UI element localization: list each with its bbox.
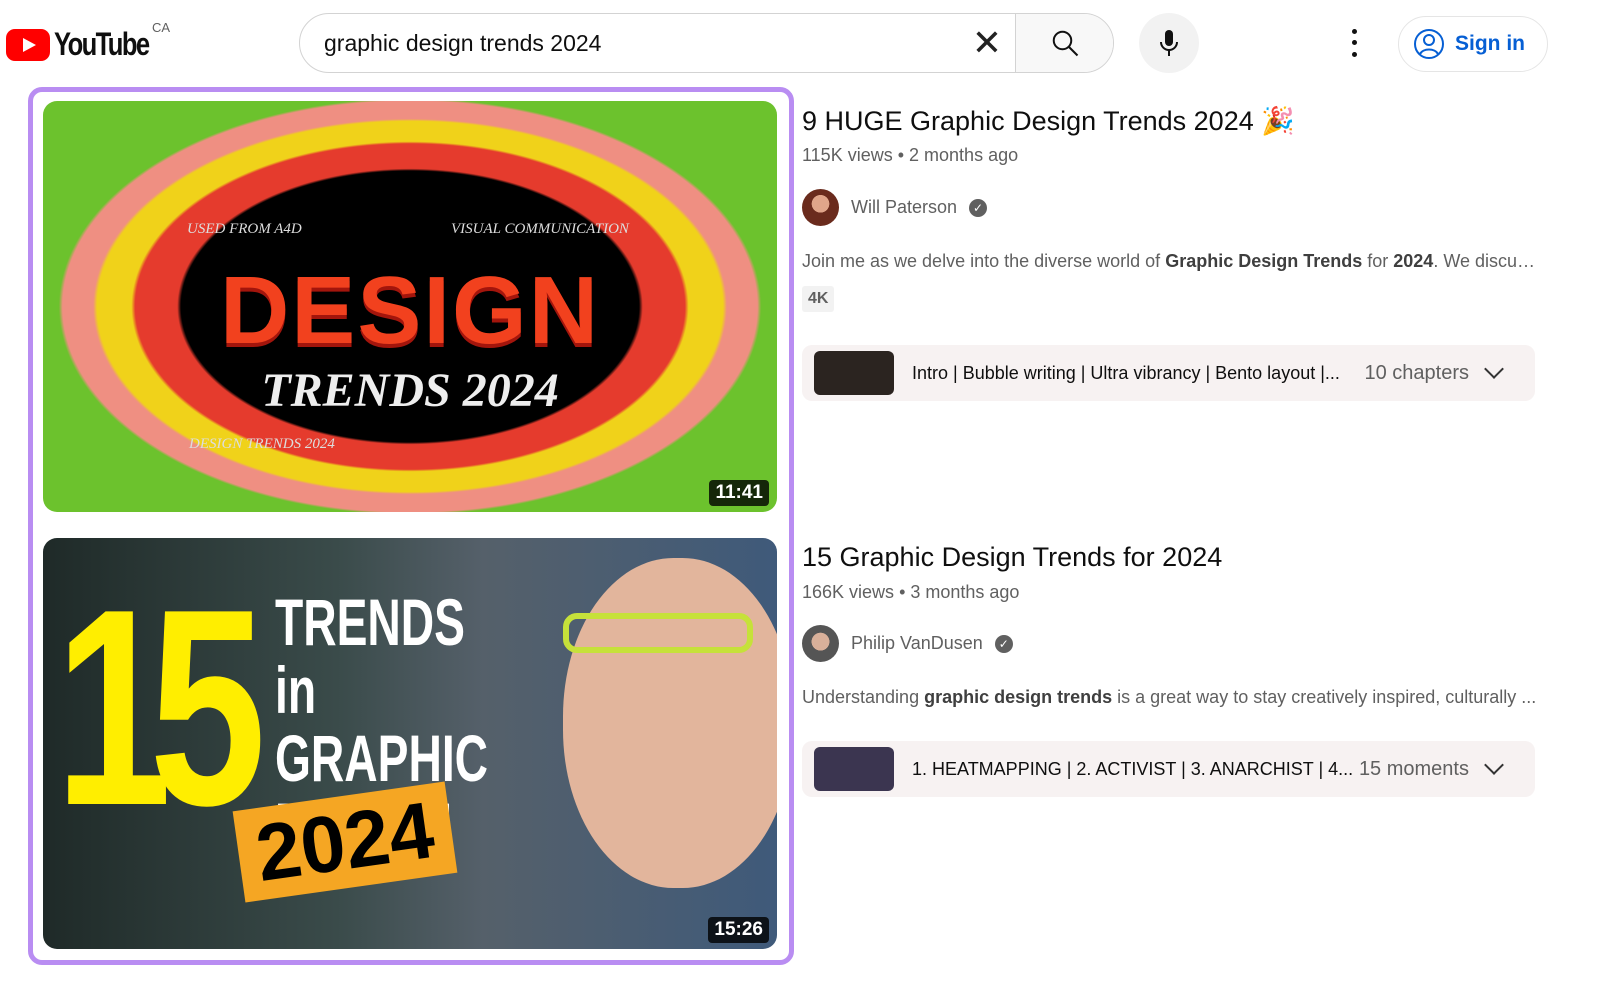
chapters-count: 10 chapters [1364, 361, 1469, 384]
avatar [802, 625, 839, 662]
thumb-text: 2024 [232, 781, 458, 903]
channel-link[interactable]: Philip VanDusen ✓ [802, 625, 1013, 662]
video-meta: 115K views • 2 months ago [802, 145, 1019, 165]
country-code: CA [152, 20, 171, 35]
video-thumbnail[interactable]: USED FROM A4D VISUAL COMMUNICATION DESIG… [43, 101, 777, 512]
thumb-text: USED FROM A4D [187, 221, 302, 237]
chapter-thumbnail [814, 351, 894, 395]
presenter-face [563, 558, 777, 888]
thumb-text: VISUAL COMMUNICATION [451, 221, 629, 237]
verified-icon: ✓ [994, 634, 1013, 653]
account-icon [1414, 29, 1444, 59]
search-input[interactable] [300, 14, 959, 72]
youtube-play-icon [6, 28, 50, 61]
logo-text: YouTube [54, 26, 150, 62]
channel-link[interactable]: Will Paterson ✓ [802, 189, 988, 226]
verified-icon: ✓ [969, 198, 988, 217]
party-popper-icon: 🎉 [1261, 106, 1295, 136]
thumb-text: DESIGN TRENDS 2024 [189, 436, 335, 452]
video-description: Understanding graphic design trends is a… [802, 687, 1537, 707]
4k-badge: 4K [802, 286, 835, 312]
search-bar: ✕ [299, 13, 1114, 73]
chapters-expander[interactable]: Intro | Bubble writing | Ultra vibrancy … [802, 345, 1535, 401]
microphone-icon [1160, 30, 1178, 56]
clear-search-button[interactable]: ✕ [959, 14, 1015, 72]
avatar [802, 189, 839, 226]
video-title[interactable]: 15 Graphic Design Trends for 2024 [802, 542, 1222, 573]
chapters-text: Intro | Bubble writing | Ultra vibrancy … [912, 362, 1340, 383]
chapters-expander[interactable]: 1. HEATMAPPING | 2. ACTIVIST | 3. ANARCH… [802, 741, 1535, 797]
search-icon [1052, 30, 1078, 57]
thumb-text: 15 [55, 552, 266, 864]
thumb-text: TRENDS 2024 [261, 364, 559, 417]
more-options-button[interactable] [1340, 26, 1368, 60]
chevron-down-icon [1484, 359, 1504, 379]
channel-name: Will Paterson [851, 197, 958, 217]
chapters-count: 15 moments [1358, 757, 1469, 780]
chapters-text: 1. HEATMAPPING | 2. ACTIVIST | 3. ANARCH… [912, 758, 1354, 779]
channel-name: Philip VanDusen [851, 633, 983, 653]
glasses [563, 613, 753, 653]
duration-badge: 11:41 [709, 480, 769, 506]
close-icon: ✕ [971, 22, 1003, 63]
sign-in-button[interactable]: Sign in [1398, 16, 1548, 72]
video-meta: 166K views • 3 months ago [802, 582, 1020, 602]
video-description: Join me as we delve into the diverse wor… [802, 251, 1537, 271]
thumb-text: DESIGN [219, 257, 601, 364]
chevron-down-icon [1484, 755, 1504, 775]
sign-in-label: Sign in [1455, 32, 1525, 55]
duration-badge: 15:26 [708, 917, 769, 943]
search-button[interactable] [1015, 14, 1113, 72]
voice-search-button[interactable] [1139, 13, 1199, 73]
video-thumbnail[interactable]: 15 TRENDS in GRAPHIC DESIGN 2024 15:26 [43, 538, 777, 949]
chapter-thumbnail [814, 747, 894, 791]
video-title[interactable]: 9 HUGE Graphic Design Trends 2024 🎉 [802, 105, 1295, 137]
youtube-logo[interactable]: YouTube [6, 26, 172, 63]
